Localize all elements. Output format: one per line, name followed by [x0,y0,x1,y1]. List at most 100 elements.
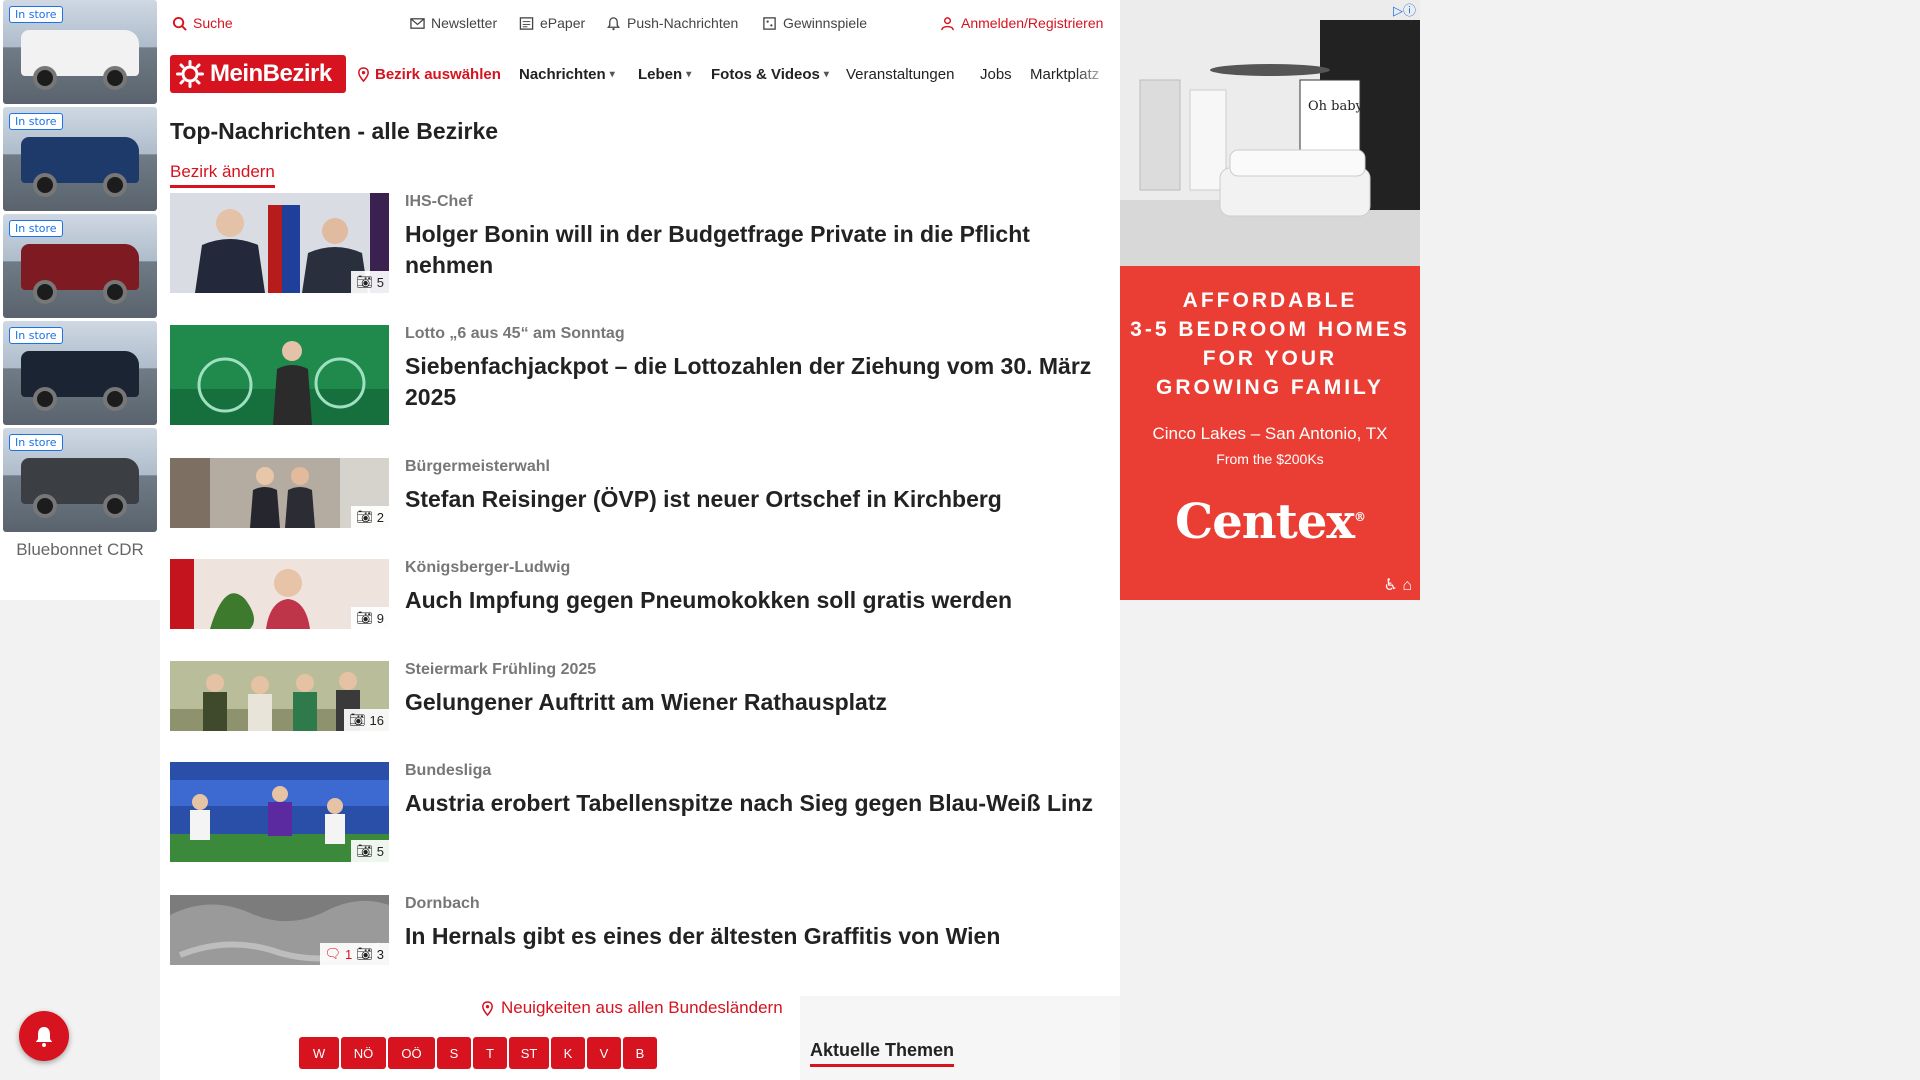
camera-icon: 📷︎ [356,274,373,289]
article-thumbnail[interactable]: 📷︎ 5 [170,193,389,293]
ad-brand-logo[interactable]: Centex® [1120,494,1420,550]
search-button[interactable]: Suche [172,15,233,31]
camera-icon: 📷︎ [356,610,373,625]
article-headline[interactable]: Siebenfachjackpot – die Lottozahlen der … [405,351,1115,413]
nav-item-label: Fotos & Videos [711,66,820,83]
region-button-b[interactable]: B [623,1037,657,1069]
ad-headline-line: GROWING FAMILY [1156,376,1384,399]
utility-bar: Suche Newsletter ePaper Push-Nachrichten… [160,0,1120,46]
article-teaser[interactable]: 📷︎ 2 Bürgermeisterwahl Stefan Reisinger (… [170,458,1115,528]
article-headline[interactable]: Auch Impfung gegen Pneumokokken soll gra… [405,585,1115,616]
camera-icon: 📷︎ [356,509,373,524]
camera-icon: 📷︎ [356,946,373,961]
location-pin-icon [358,67,369,82]
search-icon [172,16,187,31]
nav-item-nachrichten[interactable]: Nachrichten ▾ [519,66,615,83]
article-headline[interactable]: Holger Bonin will in der Budgetfrage Pri… [405,219,1115,281]
location-pin-icon [482,1000,493,1016]
ad-headline: AFFORDABLE 3-5 BEDROOM HOMES FOR YOUR GR… [1120,286,1420,402]
push-label: Push-Nachrichten [627,15,739,31]
district-select-label: Bezirk auswählen [375,66,501,83]
all-regions-link[interactable]: Neuigkeiten aus allen Bundesländern [480,998,783,1018]
engagement-badge: 🗨︎ 1 📷︎ 3 [319,943,389,965]
ad-tile-truck[interactable]: In store [3,428,157,532]
ad-headline-line: 3-5 BEDROOM HOMES [1130,318,1410,341]
region-button-v[interactable]: V [587,1037,621,1069]
nav-item-fotos-videos[interactable]: Fotos & Videos ▾ [711,66,829,83]
push-notifications-link[interactable]: Push-Nachrichten [606,15,738,31]
wheel-graphic [33,387,57,411]
nav-item-veranstaltungen[interactable]: Veranstaltungen [846,66,954,83]
article-thumbnail[interactable]: 📷︎ 16 [170,661,389,731]
article-thumbnail[interactable]: 📷︎ 5 [170,762,389,862]
nav-item-label: Jobs [980,66,1012,83]
article-kicker: IHS-Chef [405,193,473,210]
epaper-label: ePaper [540,15,586,31]
article-kicker: Dornbach [405,895,480,912]
region-button-ooe[interactable]: OÖ [388,1037,435,1069]
login-link[interactable]: Anmelden/Registrieren [940,15,1103,31]
bell-icon [607,16,620,30]
photo-count: 3 [376,946,384,962]
notification-bell-button[interactable] [19,1011,69,1061]
games-link[interactable]: Gewinnspiele [762,15,867,31]
registered-mark: ® [1353,510,1366,524]
accessibility-icon: ♿︎ [1383,577,1398,594]
ad-advertiser-name[interactable]: Bluebonnet CDR [0,540,160,560]
ad-location: Cinco Lakes – San Antonio, TX [1152,424,1388,443]
photo-count: 16 [369,712,384,728]
article-teaser[interactable]: Lotto „6 aus 45“ am Sonntag Siebenfachja… [170,325,1115,425]
chevron-down-icon: ▾ [686,69,692,80]
article-teaser[interactable]: 📷︎ 16 Steiermark Frühling 2025 Gelungener… [170,661,1115,731]
nav-item-jobs[interactable]: Jobs [980,66,1012,83]
ad-tile-truck[interactable]: In store [3,107,157,211]
site-logo[interactable]: MeinBezirk [170,55,346,93]
article-headline[interactable]: In Hernals gibt es eines der ältesten Gr… [405,921,1115,952]
adchoices-icon[interactable]: ▷ⓘ [1393,0,1416,19]
mail-icon [410,17,425,29]
article-thumbnail[interactable] [170,325,389,425]
article-headline[interactable]: Gelungener Auftritt am Wiener Rathauspla… [405,687,1115,718]
region-button-noe[interactable]: NÖ [341,1037,386,1069]
in-store-badge: In store [9,220,63,237]
district-select[interactable]: Bezirk auswählen [356,66,501,83]
wheel-graphic [103,494,127,518]
article-teaser[interactable]: 📷︎ 5 Bundesliga Austria erobert Tabellens… [170,762,1115,862]
left-ad-banner[interactable]: ▷ⓘ In store In store In store In store I… [0,0,160,600]
ad-tile-truck[interactable]: In store [3,0,157,104]
nav-item-label: Leben [638,66,683,83]
article-teaser[interactable]: 🗨︎ 1 📷︎ 3 Dornbach In Hernals gibt es eine… [170,895,1115,965]
region-button-st[interactable]: ST [509,1037,549,1069]
main-content: Suche Newsletter ePaper Push-Nachrichten… [160,0,1120,1080]
equal-housing-icon: ⌂ [1402,577,1412,594]
change-district-link[interactable]: Bezirk ändern [170,162,275,188]
games-label: Gewinnspiele [783,15,868,31]
article-thumbnail[interactable]: 🗨︎ 1 📷︎ 3 [170,895,389,965]
region-button-w[interactable]: W [299,1037,339,1069]
all-regions-label: Neuigkeiten aus allen Bundesländern [501,998,783,1017]
ad-tile-truck[interactable]: In store [3,214,157,318]
camera-icon: 📷︎ [349,712,366,727]
comment-count: 1 [345,946,353,962]
ad-tile-truck[interactable]: In store [3,321,157,425]
right-ad-banner[interactable]: Oh baby ▷ⓘ AFFORDABLE 3-5 BEDROOM HOMES … [1120,0,1420,600]
article-teaser[interactable]: 📷︎ 5 IHS-Chef Holger Bonin will in der Bu… [170,193,1115,293]
newsletter-link[interactable]: Newsletter [410,15,497,31]
ad-brand-name: Centex [1175,494,1355,550]
article-headline[interactable]: Stefan Reisinger (ÖVP) ist neuer Ortsche… [405,484,1115,515]
camera-icon: 📷︎ [356,843,373,858]
article-headline[interactable]: Austria erobert Tabellenspitze nach Sieg… [405,788,1115,819]
article-kicker: Lotto „6 aus 45“ am Sonntag [405,325,625,342]
region-button-s[interactable]: S [437,1037,471,1069]
region-button-k[interactable]: K [551,1037,585,1069]
article-teaser[interactable]: 📷︎ 9 Königsberger-Ludwig Auch Impfung geg… [170,559,1115,629]
living-room-image: Oh baby [1120,0,1420,266]
article-thumbnail[interactable]: 📷︎ 9 [170,559,389,629]
photo-count: 2 [376,509,384,525]
accessibility-housing-icons: ♿︎ ⌂ [1384,575,1412,595]
region-button-t[interactable]: T [473,1037,507,1069]
article-kicker: Bundesliga [405,762,492,779]
article-thumbnail[interactable]: 📷︎ 2 [170,458,389,528]
nav-item-leben[interactable]: Leben ▾ [638,66,691,83]
epaper-link[interactable]: ePaper [519,15,585,31]
